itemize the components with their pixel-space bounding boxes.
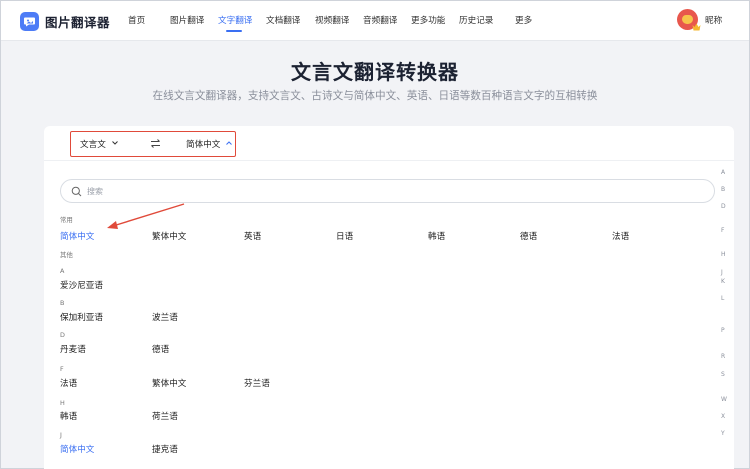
language-option[interactable]: 日语 — [336, 230, 353, 242]
language-option[interactable]: 德语 — [520, 230, 537, 242]
letter-heading-h: H — [60, 399, 65, 407]
source-language-select[interactable]: 文言文 — [80, 138, 106, 150]
nav-image-translate[interactable]: 图片翻译 — [170, 14, 204, 26]
alphabet-index-a[interactable]: A — [721, 169, 725, 176]
search-input[interactable] — [87, 183, 687, 199]
app-logo-icon — [20, 11, 39, 31]
language-option[interactable]: 爱沙尼亚语 — [60, 279, 103, 291]
top-navigation-bar: 图片翻译器 首页 图片翻译 文字翻译 文档翻译 视频翻译 音频翻译 更多功能 历… — [1, 1, 749, 41]
chevron-down-icon[interactable] — [111, 139, 119, 147]
page-title: 文言文翻译转换器 — [291, 60, 459, 84]
app-logo[interactable]: 图片翻译器 — [20, 10, 110, 32]
nav-video-translate[interactable]: 视频翻译 — [315, 14, 349, 26]
alphabet-index-x[interactable]: X — [721, 413, 725, 420]
alphabet-index-w[interactable]: W — [721, 396, 727, 403]
language-option[interactable]: 繁体中文 — [152, 377, 186, 389]
language-search-box — [60, 179, 715, 203]
nav-audio-translate[interactable]: 音频翻译 — [363, 14, 397, 26]
language-option[interactable]: 繁体中文 — [152, 230, 186, 242]
alphabet-index-y[interactable]: Y — [721, 430, 725, 437]
language-option[interactable]: 简体中文 — [60, 443, 94, 455]
nav-text-translate[interactable]: 文字翻译 — [218, 14, 252, 26]
nav-more[interactable]: 更多 — [515, 14, 532, 26]
nav-document-translate[interactable]: 文档翻译 — [266, 14, 300, 26]
vip-crown-icon — [692, 23, 701, 31]
letter-heading-f: F — [60, 365, 64, 373]
language-option[interactable]: 芬兰语 — [244, 377, 270, 389]
nav-active-indicator — [226, 30, 242, 32]
alphabet-index-r[interactable]: R — [721, 353, 725, 360]
alphabet-index-j[interactable]: J — [721, 269, 723, 276]
alphabet-index-f[interactable]: F — [721, 227, 724, 234]
language-option[interactable]: 法语 — [60, 377, 77, 389]
language-option[interactable]: 荷兰语 — [152, 410, 178, 422]
alphabet-index-l[interactable]: L — [721, 295, 724, 302]
search-icon — [71, 186, 82, 197]
language-option[interactable]: 韩语 — [428, 230, 445, 242]
language-option[interactable]: 德语 — [152, 343, 169, 355]
translator-card: 文言文 简体中文 常用 简体中文 繁体中文 英语 日语 韩语 德语 法语 其他 … — [44, 126, 734, 469]
nav-more-features[interactable]: 更多功能 — [411, 14, 445, 26]
language-option[interactable]: 保加利亚语 — [60, 311, 103, 323]
group-label-common: 常用 — [60, 216, 73, 224]
language-selector-bar: 文言文 简体中文 — [70, 131, 236, 157]
alphabet-index-b[interactable]: B — [721, 186, 725, 193]
language-option[interactable]: 韩语 — [60, 410, 77, 422]
letter-heading-j: J — [60, 431, 62, 439]
alphabet-index-p[interactable]: P — [721, 327, 725, 334]
language-option[interactable]: 简体中文 — [60, 230, 94, 242]
alphabet-index-s[interactable]: S — [721, 371, 725, 378]
chevron-up-icon[interactable] — [225, 139, 233, 147]
target-language-select[interactable]: 简体中文 — [186, 138, 220, 150]
language-option[interactable]: 丹麦语 — [60, 343, 86, 355]
user-menu[interactable]: 昵称 — [677, 9, 723, 31]
language-option[interactable]: 法语 — [612, 230, 629, 242]
language-option[interactable]: 英语 — [244, 230, 261, 242]
alphabet-index-h[interactable]: H — [721, 251, 726, 258]
divider — [44, 160, 734, 161]
group-label-other: 其他 — [60, 251, 73, 259]
username: 昵称 — [705, 15, 723, 26]
alphabet-index-k[interactable]: K — [721, 278, 725, 285]
swap-languages-icon[interactable] — [150, 138, 161, 149]
letter-heading-b: B — [60, 299, 65, 307]
page-subtitle: 在线文言文翻译器，支持文言文、古诗文与简体中文、英语、日语等数百种语言文字的互相… — [152, 90, 598, 102]
language-option[interactable]: 捷克语 — [152, 443, 178, 455]
app-name: 图片翻译器 — [45, 14, 111, 30]
nav-home[interactable]: 首页 — [128, 14, 145, 26]
letter-heading-d: D — [60, 331, 65, 339]
nav-history[interactable]: 历史记录 — [459, 14, 493, 26]
alphabet-index-d[interactable]: D — [721, 203, 726, 210]
letter-heading-a: A — [60, 267, 65, 275]
language-option[interactable]: 波兰语 — [152, 311, 178, 323]
avatar — [677, 9, 701, 31]
